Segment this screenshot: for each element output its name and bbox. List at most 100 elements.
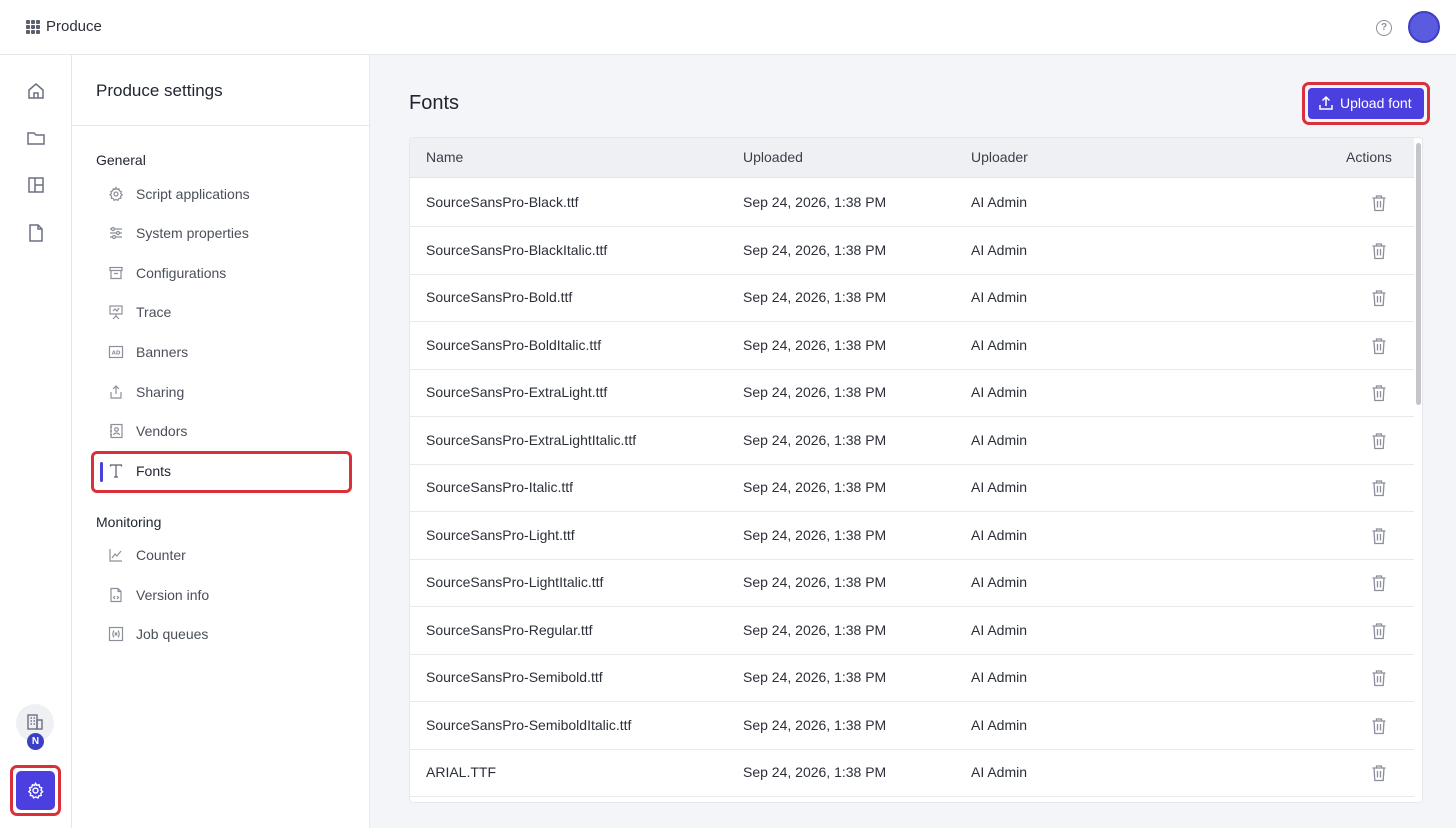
column-header-uploader[interactable]: Uploader — [971, 149, 1028, 165]
cell-uploader: AI Admin — [971, 384, 1028, 400]
cell-uploaded: Sep 24, 2026, 1:38 PM — [743, 431, 887, 448]
cell-uploader: AI Admin — [971, 621, 1028, 638]
table-row[interactable]: SourceSansPro-LightItalic.ttf Sep 24, 202… — [410, 559, 1414, 607]
table-row[interactable]: SourceSansPro-Regular.ttf Sep 24, 2026, 1… — [410, 607, 1414, 655]
table-row[interactable]: SourceSansPro-SemiboldItalic.ttf Sep 24, … — [410, 702, 1414, 750]
trash-icon[interactable] — [1371, 384, 1387, 402]
cell-name: SourceSansPro-ExtraLightItalic.ttf — [426, 431, 637, 448]
sidebar-item-vendors[interactable]: Vendors — [96, 415, 351, 449]
column-header-actions: Actions — [1346, 149, 1392, 165]
contact-book-icon — [108, 423, 124, 439]
share-icon — [108, 384, 124, 400]
sidebar-item-configurations[interactable]: Configurations — [96, 257, 351, 291]
group-label-monitoring: Monitoring — [96, 514, 162, 530]
trash-icon[interactable] — [1371, 669, 1387, 687]
cell-name: SourceSansPro-Black.ttf — [426, 194, 579, 210]
cell-name: SourceSansPro-Regular.ttf — [426, 621, 593, 638]
cell-name: SourceSansPro-BlackItalic.ttf — [426, 241, 608, 258]
table-row[interactable]: ARIAL.TTF Sep 24, 2026, 1:38 PM AI Admin — [410, 749, 1414, 797]
cell-uploader: AI Admin — [971, 241, 1028, 258]
svg-text:AD: AD — [112, 351, 121, 357]
presentation-icon — [108, 304, 124, 320]
cell-uploaded: Sep 24, 2026, 1:38 PM — [743, 194, 887, 210]
sidebar-item-counter[interactable]: Counter — [96, 539, 351, 573]
app-grid-icon[interactable] — [26, 20, 40, 34]
settings-button[interactable] — [16, 771, 55, 810]
trash-icon[interactable] — [1371, 622, 1387, 640]
table-row[interactable]: SourceSansPro-Black.ttf Sep 24, 2026, 1:3… — [410, 179, 1414, 227]
main-content: Fonts Upload font Name Uploaded Uploader… — [370, 55, 1456, 828]
trash-icon[interactable] — [1371, 764, 1387, 782]
cell-name: SourceSansPro-Light.ttf — [426, 526, 575, 543]
layout-icon[interactable] — [26, 175, 46, 195]
trash-icon[interactable] — [1371, 574, 1387, 592]
cell-uploaded: Sep 24, 2026, 1:38 PM — [743, 241, 887, 258]
home-icon[interactable] — [26, 81, 46, 101]
trash-icon[interactable] — [1371, 194, 1387, 212]
trash-icon[interactable] — [1371, 527, 1387, 545]
cell-uploader: AI Admin — [971, 431, 1028, 448]
cell-uploaded: Sep 24, 2026, 1:38 PM — [743, 716, 887, 733]
folder-icon[interactable] — [26, 128, 46, 148]
sidebar-item-label: Version info — [136, 587, 210, 603]
table-row[interactable]: SourceSansPro-ExtraLightItalic.ttf Sep 24… — [410, 417, 1414, 465]
cell-name: SourceSansPro-SemiboldItalic.ttf — [426, 716, 632, 733]
cell-name: ARIAL.TTF — [426, 764, 497, 780]
divider — [72, 125, 369, 126]
sidebar-item-sharing[interactable]: Sharing — [96, 376, 351, 410]
cell-uploader: AI Admin — [971, 194, 1028, 210]
archive-icon — [108, 265, 124, 281]
sidebar-item-version-info[interactable]: Version info — [96, 579, 351, 613]
sidebar-item-label: Banners — [136, 344, 189, 360]
column-header-name[interactable]: Name — [426, 149, 463, 165]
table-row[interactable]: SourceSansPro-Semibold.ttf Sep 24, 2026, … — [410, 654, 1414, 702]
avatar[interactable] — [1408, 11, 1440, 43]
sidebar-item-label: Counter — [136, 547, 186, 563]
cell-uploaded: Sep 24, 2026, 1:38 PM — [743, 621, 887, 638]
fonts-highlight — [91, 451, 352, 493]
table-row[interactable]: SourceSansPro-ExtraLight.ttf Sep 24, 2026… — [410, 369, 1414, 417]
gear-icon — [27, 781, 44, 799]
scrollbar-thumb[interactable] — [1416, 143, 1421, 405]
table-row[interactable]: SourceSansPro-BlackItalic.ttf Sep 24, 202… — [410, 227, 1414, 275]
column-header-uploaded[interactable]: Uploaded — [743, 149, 803, 165]
table-row[interactable]: SourceSansPro-BoldItalic.ttf Sep 24, 2026… — [410, 322, 1414, 370]
cell-uploader: AI Admin — [971, 764, 1028, 780]
cell-name: SourceSansPro-Bold.ttf — [426, 289, 573, 305]
fonts-table: Name Uploaded Uploader Actions SourceSan… — [409, 137, 1423, 803]
sidebar-item-label: Configurations — [136, 265, 227, 281]
gear-icon — [108, 186, 124, 202]
sidebar-item-banners[interactable]: AD Banners — [96, 336, 351, 370]
sidebar-item-job-queues[interactable]: Job queues — [96, 618, 351, 652]
settings-sidebar: Produce settings General Script applicat… — [72, 55, 370, 828]
trash-icon[interactable] — [1371, 242, 1387, 260]
cell-name: SourceSansPro-BoldItalic.ttf — [426, 336, 602, 353]
trash-icon[interactable] — [1371, 337, 1387, 355]
table-row[interactable]: SourceSansPro-Light.ttf Sep 24, 2026, 1:3… — [410, 512, 1414, 560]
cell-uploaded: Sep 24, 2026, 1:38 PM — [743, 289, 887, 305]
cell-uploaded: Sep 24, 2026, 1:38 PM — [743, 336, 887, 353]
cell-uploaded: Sep 24, 2026, 1:38 PM — [743, 764, 887, 780]
sidebar-item-system-properties[interactable]: System properties — [96, 217, 351, 251]
table-row[interactable]: SourceSansPro-Bold.ttf Sep 24, 2026, 1:38… — [410, 274, 1414, 322]
page-title: Fonts — [409, 92, 460, 114]
upload-icon — [1319, 95, 1333, 110]
org-badge: N — [27, 733, 44, 750]
cell-uploader: AI Admin — [971, 669, 1028, 685]
document-icon[interactable] — [26, 223, 46, 243]
trash-icon[interactable] — [1371, 289, 1387, 307]
table-row[interactable]: SourceSansPro-Italic.ttf Sep 24, 2026, 1:… — [410, 464, 1414, 512]
sidebar-item-trace[interactable]: Trace — [96, 296, 351, 330]
code-file-icon — [108, 587, 124, 603]
trash-icon[interactable] — [1371, 717, 1387, 735]
cell-uploaded: Sep 24, 2026, 1:38 PM — [743, 526, 887, 543]
top-bar: Produce ? — [0, 0, 1456, 55]
app-title[interactable]: Produce — [46, 18, 102, 35]
trash-icon[interactable] — [1371, 479, 1387, 497]
sidebar-item-label: Script applications — [136, 186, 250, 202]
upload-font-button[interactable]: Upload font — [1308, 88, 1424, 119]
sidebar-item-script-applications[interactable]: Script applications — [96, 178, 351, 212]
question-circle-icon[interactable]: ? — [1376, 20, 1392, 36]
cell-uploader: AI Admin — [971, 289, 1028, 305]
trash-icon[interactable] — [1371, 432, 1387, 450]
